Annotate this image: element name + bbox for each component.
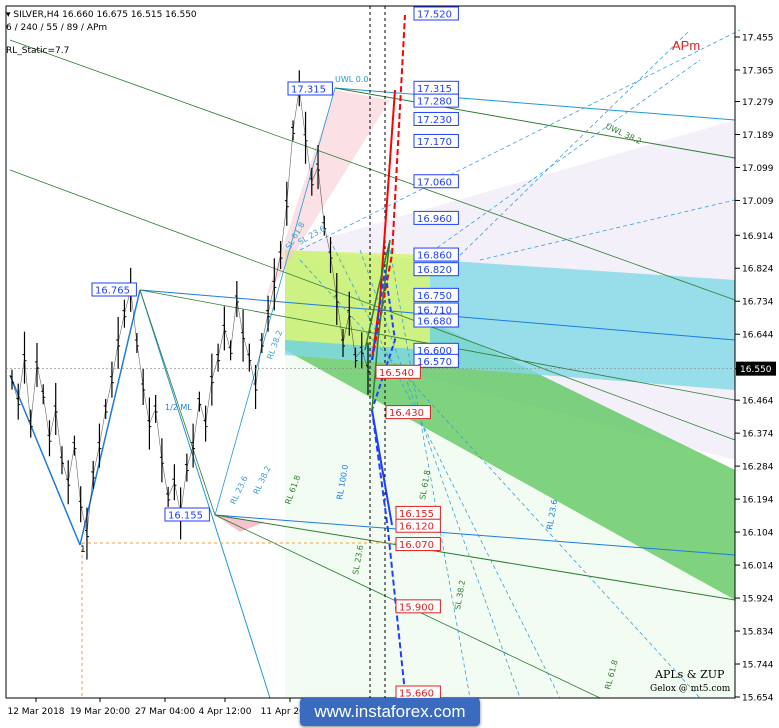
red-level-label: 16.120: [399, 522, 434, 533]
y-tick-label: 16.914: [742, 232, 774, 242]
blue-level-label: 17.170: [417, 137, 452, 148]
red-level-label: 16.155: [399, 509, 434, 520]
blue-level-label: 17.060: [417, 177, 452, 188]
y-tick-label: 16.194: [742, 496, 774, 506]
blue-level-label: 17.520: [417, 10, 452, 21]
header-params: 6 / 240 / 55 / 89 / APm: [6, 23, 108, 33]
pivot-label: 16.155: [168, 511, 203, 522]
indicator-label: APm: [672, 38, 701, 53]
brand-title: APLs & ZUP: [655, 668, 725, 681]
lime-band-zone: [285, 250, 430, 350]
y-tick-label: 17.009: [742, 197, 774, 207]
y-tick-label: 15.834: [742, 628, 774, 638]
header-ohlc: SILVER,H4 16.660 16.675 16.515 16.550: [13, 10, 197, 20]
blue-level-label: 17.280: [417, 97, 452, 108]
y-tick-label: 16.734: [742, 298, 774, 308]
red-level-label: 16.070: [399, 540, 434, 551]
x-tick-label: 27 Mar 04:00: [135, 707, 195, 717]
x-tick-label: 19 Mar 20:00: [70, 707, 130, 717]
current-price-label: 16.550: [740, 365, 772, 375]
y-tick-label: 17.279: [742, 98, 774, 108]
blue-level-label: 16.750: [417, 291, 452, 302]
watermark-badge[interactable]: www.instaforex.com: [300, 698, 480, 726]
blue-level-label: 16.680: [417, 317, 452, 328]
pivot-label: 16.765: [95, 286, 130, 297]
line-label: 1/2 ML: [165, 403, 192, 412]
y-tick-label: 15.744: [742, 661, 774, 671]
blue-level-label: 17.230: [417, 115, 452, 126]
y-tick-label: 16.014: [742, 562, 774, 572]
blue-level-label: 17.315: [417, 84, 452, 95]
y-tick-label: 17.099: [742, 164, 774, 174]
blue-level-label: 16.860: [417, 251, 452, 262]
y-tick-label: 15.654: [742, 694, 774, 704]
red-level-label: 16.430: [389, 408, 424, 419]
y-tick-label: 16.464: [742, 397, 774, 407]
line-label: UWL 0.0: [335, 75, 369, 84]
blue-level-label: 16.570: [417, 357, 452, 368]
brand-subtitle: Gelox @ mt5.com: [650, 684, 731, 694]
y-tick-label: 16.644: [742, 331, 774, 341]
blue-level-label: 16.820: [417, 265, 452, 276]
y-tick-label: 17.189: [742, 131, 774, 141]
blue-level-label: 16.960: [417, 214, 452, 225]
y-tick-label: 16.374: [742, 430, 774, 440]
chevron-down-icon[interactable]: ▾: [6, 10, 11, 20]
red-level-label: 15.900: [399, 602, 434, 613]
y-tick-label: 16.824: [742, 265, 774, 275]
y-tick-label: 16.284: [742, 463, 774, 473]
y-tick-label: 15.924: [742, 595, 774, 605]
x-tick-label: 12 Mar 2018: [7, 707, 64, 717]
red-level-label: 16.540: [379, 368, 414, 379]
chart-frame: 17.455 17.365 17.279 17.189 17.099 17.009 16.9…: [0, 0, 779, 728]
header-static: RL_Static=7.7: [6, 46, 70, 56]
pivot-marker: 1: [80, 545, 86, 555]
y-tick-label: 17.365: [742, 66, 774, 76]
header-symbol-line: ▾ SILVER,H4 16.660 16.675 16.515 16.550: [6, 10, 197, 20]
pivot-label: 17.315: [291, 85, 326, 96]
x-tick-label: 4 Apr 12:00: [199, 707, 252, 717]
y-tick-label: 16.104: [742, 529, 774, 539]
y-tick-label: 17.455: [742, 34, 774, 44]
